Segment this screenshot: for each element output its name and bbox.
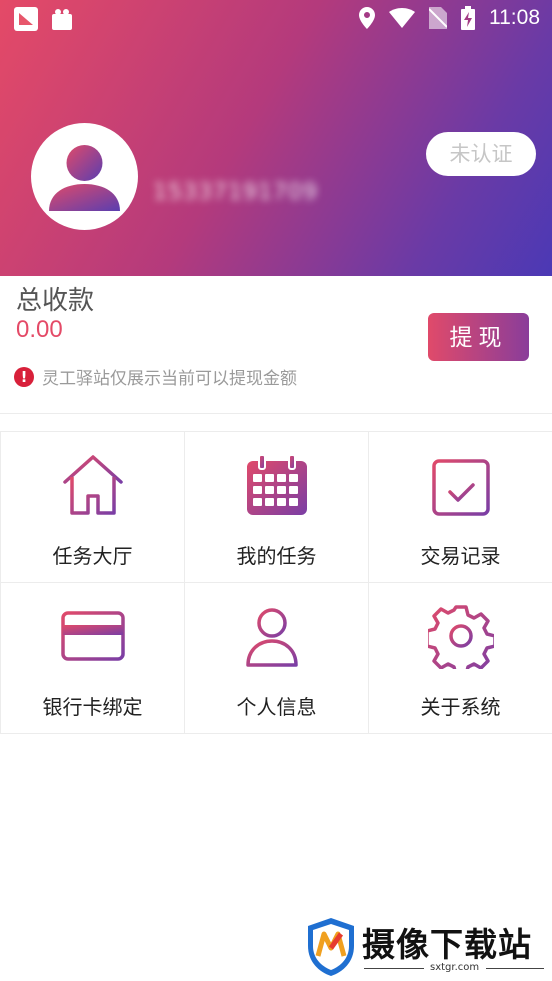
shield-logo-icon xyxy=(308,918,354,976)
menu-label: 交易记录 xyxy=(420,544,501,568)
calendar-grid-icon xyxy=(246,454,307,515)
status-bar: 11:08 xyxy=(0,0,552,40)
shopping-bag-icon xyxy=(50,7,74,31)
watermark-url: sxtgr.com xyxy=(430,962,480,973)
user-info-icon xyxy=(245,608,305,667)
battery-charging-icon xyxy=(461,6,475,30)
total-earnings-amount: 0.00 xyxy=(16,316,63,343)
watermark-line-left xyxy=(364,968,424,969)
app-notification-icon xyxy=(14,7,38,31)
menu-bank-card[interactable]: 银行卡绑定 xyxy=(0,582,185,734)
total-earnings-title: 总收款 xyxy=(16,286,95,316)
bank-card-icon xyxy=(60,611,125,661)
menu-label: 我的任务 xyxy=(236,544,317,568)
withdraw-button[interactable]: 提现 xyxy=(428,313,529,361)
menu-label: 银行卡绑定 xyxy=(42,695,143,719)
menu-grid: 任务大厅 我的任务 交易记录 银行卡绑定 个人信息 关于系统 xyxy=(0,431,552,734)
menu-task-hall[interactable]: 任务大厅 xyxy=(0,431,185,583)
menu-transactions[interactable]: 交易记录 xyxy=(368,431,552,583)
calendar-check-icon xyxy=(431,453,490,516)
menu-label: 个人信息 xyxy=(236,695,317,719)
withdraw-notice: ! 灵工驿站仅展示当前可以提现金额 xyxy=(14,364,297,389)
no-sim-icon xyxy=(429,7,447,29)
clock-time: 11:08 xyxy=(489,6,540,29)
section-divider xyxy=(0,413,552,414)
menu-label: 关于系统 xyxy=(420,695,501,719)
location-icon xyxy=(359,7,375,29)
alert-icon: ! xyxy=(14,366,34,387)
profile-header: 11:08 15337191709 未认证 xyxy=(0,0,552,276)
home-icon xyxy=(62,455,123,515)
menu-personal-info[interactable]: 个人信息 xyxy=(184,582,369,734)
notice-text: 灵工驿站仅展示当前可以提现金额 xyxy=(42,369,297,389)
menu-about[interactable]: 关于系统 xyxy=(368,582,552,734)
user-avatar-icon xyxy=(49,145,120,211)
site-watermark: 摄像下载站 sxtgr.com xyxy=(300,914,550,978)
wifi-icon xyxy=(389,8,415,28)
watermark-text: 摄像下载站 xyxy=(362,925,532,964)
watermark-line-right xyxy=(486,968,544,969)
phone-number: 15337191709 xyxy=(153,180,318,205)
gear-icon xyxy=(427,605,494,669)
avatar[interactable] xyxy=(31,123,138,230)
menu-my-tasks[interactable]: 我的任务 xyxy=(184,431,369,583)
verify-status-badge[interactable]: 未认证 xyxy=(426,132,536,176)
menu-label: 任务大厅 xyxy=(52,544,133,568)
